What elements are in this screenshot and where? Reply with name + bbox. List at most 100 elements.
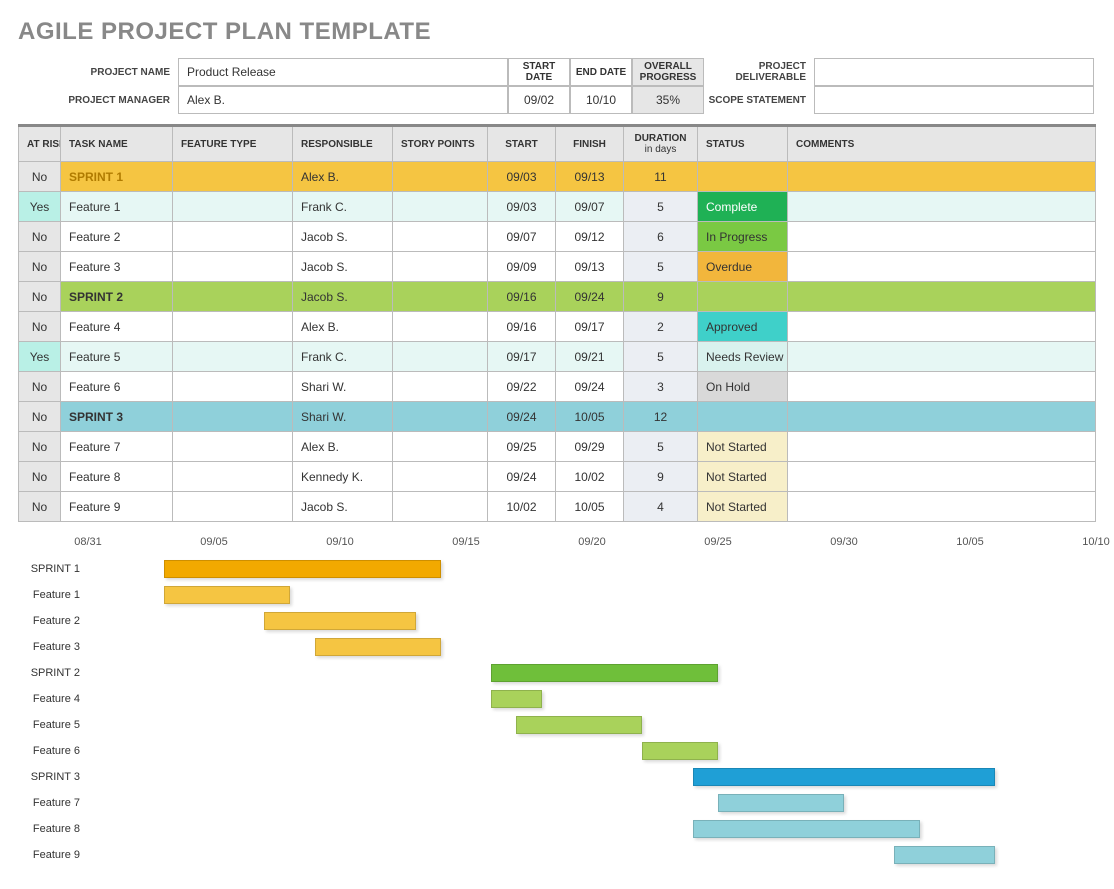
cell-at-risk[interactable]: No: [19, 222, 61, 252]
cell-responsible[interactable]: Shari W.: [293, 372, 393, 402]
cell-task-name[interactable]: SPRINT 3: [61, 402, 173, 432]
cell-start[interactable]: 09/24: [488, 462, 556, 492]
field-project-manager[interactable]: Alex B.: [178, 86, 508, 114]
cell-feature-type[interactable]: [173, 372, 293, 402]
cell-finish[interactable]: 09/13: [556, 252, 624, 282]
cell-feature-type[interactable]: [173, 312, 293, 342]
cell-responsible[interactable]: Kennedy K.: [293, 462, 393, 492]
cell-finish[interactable]: 09/12: [556, 222, 624, 252]
cell-comments[interactable]: [788, 222, 1096, 252]
cell-comments[interactable]: [788, 432, 1096, 462]
cell-status[interactable]: Overdue: [698, 252, 788, 282]
table-row[interactable]: NoFeature 9Jacob S.10/0210/054Not Starte…: [19, 492, 1096, 522]
cell-responsible[interactable]: Alex B.: [293, 432, 393, 462]
cell-status[interactable]: Not Started: [698, 492, 788, 522]
cell-at-risk[interactable]: No: [19, 312, 61, 342]
gantt-bar[interactable]: [164, 586, 290, 604]
cell-task-name[interactable]: Feature 5: [61, 342, 173, 372]
cell-task-name[interactable]: Feature 4: [61, 312, 173, 342]
cell-story-points[interactable]: [393, 372, 488, 402]
cell-at-risk[interactable]: No: [19, 162, 61, 192]
field-project-deliverable[interactable]: [814, 58, 1094, 86]
cell-start[interactable]: 09/07: [488, 222, 556, 252]
cell-start[interactable]: 09/09: [488, 252, 556, 282]
cell-task-name[interactable]: Feature 8: [61, 462, 173, 492]
cell-status[interactable]: Not Started: [698, 432, 788, 462]
cell-story-points[interactable]: [393, 342, 488, 372]
cell-story-points[interactable]: [393, 402, 488, 432]
cell-duration[interactable]: 9: [624, 282, 698, 312]
gantt-bar[interactable]: [642, 742, 718, 760]
gantt-bar[interactable]: [516, 716, 642, 734]
cell-comments[interactable]: [788, 462, 1096, 492]
cell-start[interactable]: 09/16: [488, 312, 556, 342]
cell-story-points[interactable]: [393, 222, 488, 252]
cell-feature-type[interactable]: [173, 192, 293, 222]
cell-finish[interactable]: 09/17: [556, 312, 624, 342]
gantt-bar[interactable]: [264, 612, 415, 630]
cell-responsible[interactable]: Frank C.: [293, 342, 393, 372]
cell-feature-type[interactable]: [173, 342, 293, 372]
gantt-bar[interactable]: [491, 690, 541, 708]
cell-feature-type[interactable]: [173, 402, 293, 432]
cell-duration[interactable]: 5: [624, 342, 698, 372]
cell-at-risk[interactable]: Yes: [19, 342, 61, 372]
gantt-bar[interactable]: [315, 638, 441, 656]
table-row[interactable]: NoSPRINT 1Alex B.09/0309/1311: [19, 162, 1096, 192]
cell-feature-type[interactable]: [173, 252, 293, 282]
cell-finish[interactable]: 09/07: [556, 192, 624, 222]
cell-task-name[interactable]: Feature 2: [61, 222, 173, 252]
cell-feature-type[interactable]: [173, 222, 293, 252]
cell-responsible[interactable]: Jacob S.: [293, 492, 393, 522]
cell-start[interactable]: 09/25: [488, 432, 556, 462]
cell-finish[interactable]: 10/02: [556, 462, 624, 492]
cell-duration[interactable]: 5: [624, 432, 698, 462]
cell-duration[interactable]: 5: [624, 252, 698, 282]
cell-status[interactable]: Needs Review: [698, 342, 788, 372]
cell-at-risk[interactable]: No: [19, 402, 61, 432]
cell-at-risk[interactable]: No: [19, 492, 61, 522]
cell-task-name[interactable]: Feature 6: [61, 372, 173, 402]
cell-duration[interactable]: 6: [624, 222, 698, 252]
cell-task-name[interactable]: Feature 1: [61, 192, 173, 222]
gantt-bar[interactable]: [491, 664, 718, 682]
cell-finish[interactable]: 09/21: [556, 342, 624, 372]
cell-status[interactable]: On Hold: [698, 372, 788, 402]
gantt-bar[interactable]: [164, 560, 441, 578]
cell-feature-type[interactable]: [173, 162, 293, 192]
table-row[interactable]: NoFeature 8Kennedy K.09/2410/029Not Star…: [19, 462, 1096, 492]
cell-feature-type[interactable]: [173, 492, 293, 522]
cell-story-points[interactable]: [393, 432, 488, 462]
cell-at-risk[interactable]: No: [19, 252, 61, 282]
table-row[interactable]: NoFeature 6Shari W.09/2209/243On Hold: [19, 372, 1096, 402]
cell-story-points[interactable]: [393, 282, 488, 312]
cell-responsible[interactable]: Jacob S.: [293, 282, 393, 312]
cell-status[interactable]: Complete: [698, 192, 788, 222]
cell-story-points[interactable]: [393, 492, 488, 522]
cell-duration[interactable]: 2: [624, 312, 698, 342]
cell-story-points[interactable]: [393, 252, 488, 282]
cell-comments[interactable]: [788, 162, 1096, 192]
cell-duration[interactable]: 12: [624, 402, 698, 432]
gantt-bar[interactable]: [693, 820, 920, 838]
cell-story-points[interactable]: [393, 462, 488, 492]
gantt-bar[interactable]: [894, 846, 995, 864]
cell-task-name[interactable]: Feature 3: [61, 252, 173, 282]
table-row[interactable]: NoFeature 7Alex B.09/2509/295Not Started: [19, 432, 1096, 462]
field-project-name[interactable]: Product Release: [178, 58, 508, 86]
cell-start[interactable]: 09/22: [488, 372, 556, 402]
cell-responsible[interactable]: Frank C.: [293, 192, 393, 222]
cell-story-points[interactable]: [393, 312, 488, 342]
table-row[interactable]: NoFeature 3Jacob S.09/0909/135Overdue: [19, 252, 1096, 282]
cell-start[interactable]: 09/16: [488, 282, 556, 312]
cell-feature-type[interactable]: [173, 432, 293, 462]
cell-finish[interactable]: 09/29: [556, 432, 624, 462]
table-row[interactable]: NoFeature 2Jacob S.09/0709/126In Progres…: [19, 222, 1096, 252]
table-row[interactable]: NoSPRINT 3Shari W.09/2410/0512: [19, 402, 1096, 432]
field-end-date[interactable]: 10/10: [570, 86, 632, 114]
cell-at-risk[interactable]: No: [19, 432, 61, 462]
cell-finish[interactable]: 09/24: [556, 282, 624, 312]
cell-status[interactable]: [698, 162, 788, 192]
cell-start[interactable]: 09/24: [488, 402, 556, 432]
field-scope-statement[interactable]: [814, 86, 1094, 114]
